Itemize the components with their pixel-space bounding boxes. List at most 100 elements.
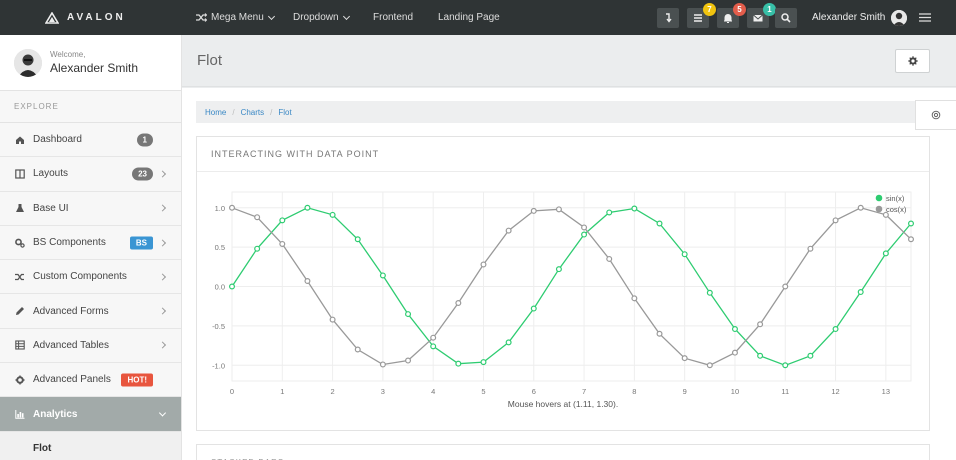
data-point[interactable]	[555, 266, 562, 273]
sidebar-item-dashboard[interactable]: Dashboard 1	[0, 123, 181, 158]
data-point[interactable]	[907, 236, 914, 243]
data-point[interactable]	[228, 204, 235, 211]
data-point[interactable]	[631, 295, 638, 302]
data-point[interactable]	[254, 245, 261, 252]
sidebar-subitem-flot[interactable]: Flot	[0, 431, 181, 460]
data-point[interactable]	[379, 361, 386, 368]
data-point[interactable]	[581, 224, 588, 231]
breadcrumb-flot[interactable]: Flot	[278, 108, 291, 117]
sidebar-profile[interactable]: Welcome, Alexander Smith	[0, 35, 181, 91]
data-point[interactable]	[581, 231, 588, 238]
data-point[interactable]	[782, 283, 789, 290]
data-point[interactable]	[455, 300, 462, 307]
data-point[interactable]	[706, 289, 713, 296]
data-point[interactable]	[807, 245, 814, 252]
data-point[interactable]	[430, 343, 437, 350]
nav-frontend-label: Frontend	[373, 12, 414, 23]
sidebar-item-layouts[interactable]: Layouts 23	[0, 157, 181, 192]
data-point[interactable]	[907, 220, 914, 227]
data-point[interactable]	[857, 204, 864, 211]
data-point[interactable]	[606, 209, 613, 216]
data-point[interactable]	[430, 334, 437, 341]
data-point[interactable]	[530, 207, 537, 214]
sidebar-item-advanced-forms[interactable]: Advanced Forms	[0, 294, 181, 329]
data-point[interactable]	[480, 261, 487, 268]
mail-button[interactable]: 1	[747, 3, 776, 28]
sidebar-item-custom-components[interactable]: Custom Components	[0, 260, 181, 295]
x-tick-label: 12	[831, 387, 839, 396]
sidebar-badge: 1	[136, 133, 153, 147]
sidebar-item-label: Base UI	[33, 202, 69, 214]
data-point[interactable]	[279, 240, 286, 247]
data-point[interactable]	[505, 227, 512, 234]
data-point[interactable]	[757, 321, 764, 328]
sidebar-item-bs-components[interactable]: BS Components BS	[0, 226, 181, 261]
sidebar-item-base-ui[interactable]: Base UI	[0, 192, 181, 226]
data-point[interactable]	[304, 277, 311, 284]
data-point[interactable]	[304, 204, 311, 211]
data-point[interactable]	[329, 211, 336, 218]
data-point[interactable]	[656, 330, 663, 337]
data-point[interactable]	[882, 250, 889, 257]
legend-swatch	[875, 194, 883, 202]
data-point[interactable]	[329, 316, 336, 323]
chevron-right-icon	[158, 238, 167, 247]
data-point[interactable]	[757, 352, 764, 359]
sidebar-item-label: Advanced Panels	[33, 374, 111, 386]
data-point[interactable]	[354, 236, 361, 243]
sidebar-item-advanced-tables[interactable]: Advanced Tables	[0, 329, 181, 364]
nav-dropdown[interactable]: Dropdown	[293, 0, 350, 35]
flot-line-chart[interactable]: 0 1 2 3 4 5 6 7 8 9 10 11 12 131.00.50.0-0.5-1.0 sin(…	[197, 173, 929, 431]
data-point[interactable]	[254, 214, 261, 221]
nav-frontend[interactable]: Frontend	[373, 0, 413, 35]
data-point[interactable]	[832, 326, 839, 333]
breadcrumb-home[interactable]: Home	[205, 108, 226, 117]
data-point[interactable]	[681, 251, 688, 258]
sidebar-item-label: Layouts	[33, 168, 69, 180]
menu-toggle-icon[interactable]	[919, 13, 931, 22]
data-point[interactable]	[782, 362, 789, 369]
data-point[interactable]	[807, 352, 814, 359]
nav-landing-page-label: Landing Page	[438, 12, 500, 23]
sidebar-item-advanced-panels[interactable]: Advanced Panels HOT!	[0, 363, 181, 398]
data-point[interactable]	[731, 326, 738, 333]
data-point[interactable]	[228, 283, 235, 290]
table-icon	[15, 340, 25, 350]
random-icon	[15, 273, 24, 280]
data-point[interactable]	[631, 205, 638, 212]
theme-switcher-tab[interactable]	[915, 100, 956, 130]
nav-landing-page[interactable]: Landing Page	[438, 0, 500, 35]
data-point[interactable]	[530, 305, 537, 312]
data-point[interactable]	[731, 349, 738, 356]
breadcrumb-charts[interactable]: Charts	[241, 108, 265, 117]
data-point[interactable]	[480, 359, 487, 366]
data-point[interactable]	[606, 255, 613, 262]
x-tick-label: 11	[781, 387, 789, 396]
data-point[interactable]	[405, 311, 412, 318]
data-point[interactable]	[354, 346, 361, 353]
data-point[interactable]	[279, 217, 286, 224]
sidebar-item-label: Advanced Forms	[33, 305, 109, 317]
x-tick-label: 13	[882, 387, 890, 396]
data-point[interactable]	[505, 339, 512, 346]
data-point[interactable]	[455, 360, 462, 367]
search-button[interactable]	[775, 8, 797, 28]
data-point[interactable]	[379, 272, 386, 279]
chevron-right-icon	[158, 341, 167, 349]
data-point[interactable]	[857, 289, 864, 296]
messages-button[interactable]: 7	[687, 3, 716, 28]
brand[interactable]: AVALON	[45, 0, 126, 35]
nav-mega-menu[interactable]: Mega Menu	[196, 0, 275, 35]
data-point[interactable]	[656, 220, 663, 227]
login-button[interactable]	[657, 8, 679, 28]
sidebar-badge: BS	[129, 236, 153, 250]
data-point[interactable]	[555, 206, 562, 213]
sidebar-item-analytics[interactable]: Analytics	[0, 397, 181, 432]
settings-button[interactable]	[895, 49, 930, 73]
user-menu[interactable]: Alexander Smith	[812, 0, 908, 35]
notifications-button[interactable]: 5	[717, 3, 746, 28]
data-point[interactable]	[706, 362, 713, 369]
data-point[interactable]	[405, 357, 412, 364]
data-point[interactable]	[832, 217, 839, 224]
data-point[interactable]	[681, 355, 688, 362]
